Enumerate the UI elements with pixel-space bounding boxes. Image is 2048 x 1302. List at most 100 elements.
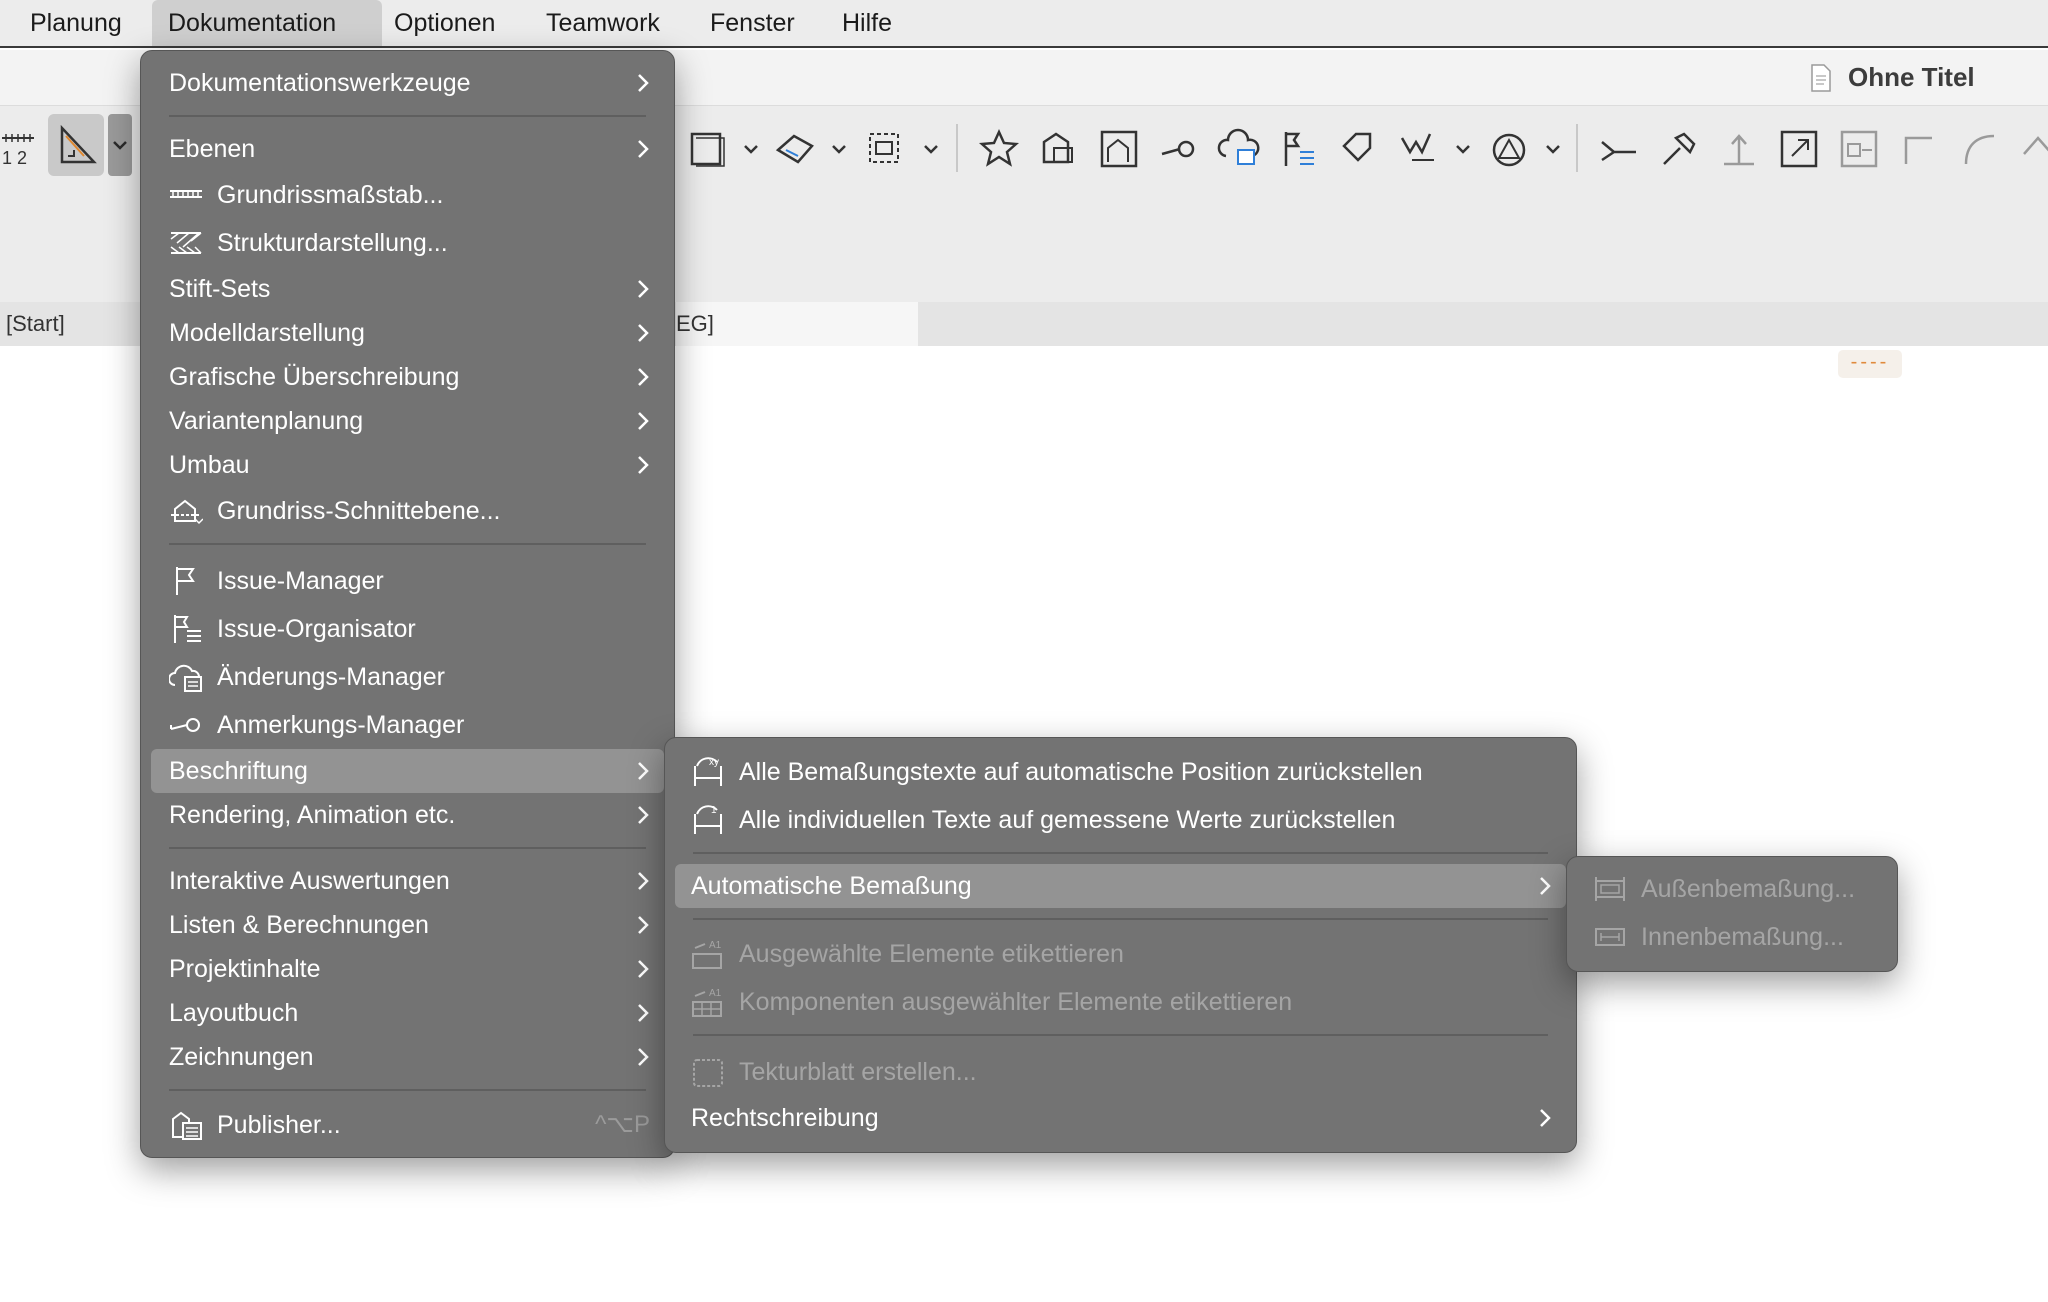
menubar-fenster[interactable]: Fenster xyxy=(694,0,811,46)
model-view-icon[interactable] xyxy=(1094,124,1144,174)
dimension-tool-icon[interactable] xyxy=(48,114,104,176)
roof-edge-icon[interactable] xyxy=(2014,124,2048,174)
menu-item-stift-sets[interactable]: Stift-Sets xyxy=(151,267,664,311)
roof-icon[interactable] xyxy=(770,124,820,174)
menu-item-label-components[interactable]: A1 Komponenten ausgewählter Elemente eti… xyxy=(675,980,1566,1024)
menu-item-projektinhalte[interactable]: Projektinhalte xyxy=(151,947,664,991)
chevron-right-icon xyxy=(636,913,650,937)
menu-item-issue-manager[interactable]: Issue-Manager xyxy=(151,559,664,603)
tab-start[interactable]: [Start] xyxy=(0,302,65,346)
menu-item-ebenen[interactable]: Ebenen xyxy=(151,127,664,171)
dimension-tool-dropdown[interactable] xyxy=(108,114,132,176)
menu-item-label-selected-elements[interactable]: A1 Ausgewählte Elemente etikettieren xyxy=(675,932,1566,976)
chevron-right-icon xyxy=(636,71,650,95)
magic-wand-icon[interactable] xyxy=(1394,124,1444,174)
menubar-optionen[interactable]: Optionen xyxy=(378,0,511,46)
floor-plan-cut-plane-icon xyxy=(169,495,204,527)
menu-item-rechtschreibung[interactable]: Rechtschreibung xyxy=(675,1096,1566,1140)
chevron-right-icon xyxy=(636,869,650,893)
menu-item-label: Modelldarstellung xyxy=(169,319,365,347)
mesh-icon[interactable] xyxy=(860,124,910,174)
curve-icon[interactable] xyxy=(1954,124,2004,174)
chevron-down-icon[interactable] xyxy=(830,136,848,162)
menu-item-layoutbuch[interactable]: Layoutbuch xyxy=(151,991,664,1035)
elevation-icon[interactable] xyxy=(1714,124,1764,174)
svg-text:1: 1 xyxy=(711,805,717,816)
menu-item-dokumentationswerkzeuge[interactable]: Dokumentationswerkzeuge xyxy=(151,61,664,105)
status-mark: ---- xyxy=(1838,350,1902,378)
menu-item-label: Grundrissmaßstab... xyxy=(217,181,444,209)
menu-item-rendering[interactable]: Rendering, Animation etc. xyxy=(151,793,664,837)
menu-item-grundriss-schnittebene[interactable]: Grundriss-Schnittebene... xyxy=(151,489,664,533)
menu-item-modelldarstellung[interactable]: Modelldarstellung xyxy=(151,311,664,355)
menu-item-variantenplanung[interactable]: Variantenplanung xyxy=(151,399,664,443)
annotation-manager-icon[interactable] xyxy=(1154,124,1204,174)
menu-item-aussenbemassung[interactable]: Außenbemaßung... xyxy=(1577,867,1887,911)
menu-item-label: Beschriftung xyxy=(169,757,308,785)
menu-item-publisher[interactable]: Publisher... ^⌥P xyxy=(151,1103,664,1147)
menu-item-grafische-ueberschreibung[interactable]: Grafische Überschreibung xyxy=(151,355,664,399)
toolbar-divider xyxy=(1576,124,1578,172)
menu-item-anmerkungs-manager[interactable]: Anmerkungs-Manager xyxy=(151,703,664,747)
menu-item-interaktive-auswertungen[interactable]: Interaktive Auswertungen xyxy=(151,859,664,903)
menu-item-aenderungs-manager[interactable]: Änderungs-Manager xyxy=(151,655,664,699)
documentation-menu: Dokumentationswerkzeuge Ebenen Grundriss… xyxy=(140,50,675,1158)
menu-item-label: Layoutbuch xyxy=(169,999,299,1027)
menu-item-label: Rechtschreibung xyxy=(691,1104,879,1132)
label-elements-icon: A1 xyxy=(691,938,725,970)
menu-item-label: Alle individuellen Texte auf gemessene W… xyxy=(739,806,1396,834)
issue-organizer-icon[interactable] xyxy=(1274,124,1324,174)
beschriftung-submenu: xy Alle Bemaßungstexte auf automatische … xyxy=(664,737,1577,1153)
shell-icon[interactable] xyxy=(1484,124,1534,174)
chevron-right-icon xyxy=(636,409,650,433)
resize-icon[interactable] xyxy=(1774,124,1824,174)
menu-item-grundrissmassstab[interactable]: Grundrissmaßstab... xyxy=(151,173,664,217)
tab-eg[interactable]: EG] xyxy=(676,302,918,346)
menu-item-reset-dimension-text-position[interactable]: xy Alle Bemaßungstexte auf automatische … xyxy=(675,750,1566,794)
scale-ruler-icon xyxy=(169,179,203,211)
menu-item-label: Ebenen xyxy=(169,135,256,163)
menu-item-umbau[interactable]: Umbau xyxy=(151,443,664,487)
menubar-dokumentation[interactable]: Dokumentation xyxy=(152,0,382,46)
chevron-right-icon xyxy=(636,1001,650,1025)
menu-item-listen-berechnungen[interactable]: Listen & Berechnungen xyxy=(151,903,664,947)
chevron-down-icon[interactable] xyxy=(922,136,940,162)
chevron-right-icon xyxy=(636,277,650,301)
menu-item-tekturblatt-erstellen[interactable]: Tekturblatt erstellen... xyxy=(675,1050,1566,1094)
menu-item-label: Änderungs-Manager xyxy=(217,663,445,691)
reset-dimension-values-icon: 1 xyxy=(691,804,725,836)
chevron-right-icon xyxy=(636,1045,650,1069)
chevron-down-icon[interactable] xyxy=(1454,136,1472,162)
change-cloud-icon[interactable] xyxy=(1214,124,1264,174)
menu-item-reset-dimension-values[interactable]: 1 Alle individuellen Texte auf gemessene… xyxy=(675,798,1566,842)
menubar-planung[interactable]: Planung xyxy=(14,0,138,46)
keyboard-shortcut: ^⌥P xyxy=(595,1111,650,1138)
chevron-down-icon[interactable] xyxy=(742,136,760,162)
menu-item-strukturdarstellung[interactable]: Strukturdarstellung... xyxy=(151,221,664,265)
menu-item-issue-organisator[interactable]: Issue-Organisator xyxy=(151,607,664,651)
svg-text:A1: A1 xyxy=(709,940,722,951)
menu-item-automatische-bemassung[interactable]: Automatische Bemaßung xyxy=(675,864,1566,908)
measure-tool-icon[interactable]: 1 2 xyxy=(0,124,38,174)
chevron-right-icon xyxy=(636,365,650,389)
fillet-icon[interactable] xyxy=(1894,124,1944,174)
adjust-icon[interactable] xyxy=(1654,124,1704,174)
split-icon[interactable] xyxy=(1594,124,1644,174)
menu-item-label: Publisher... xyxy=(217,1111,341,1139)
publisher-icon[interactable] xyxy=(1034,124,1084,174)
exterior-dimension-icon xyxy=(1593,873,1627,905)
menu-item-label: Komponenten ausgewählter Elemente etiket… xyxy=(739,988,1293,1016)
menubar-teamwork[interactable]: Teamwork xyxy=(530,0,676,46)
offset-icon[interactable] xyxy=(1834,124,1884,174)
auto-dimension-submenu: Außenbemaßung... Innenbemaßung... xyxy=(1566,856,1898,972)
menubar-hilfe[interactable]: Hilfe xyxy=(826,0,908,46)
menu-item-beschriftung[interactable]: Beschriftung xyxy=(151,749,664,793)
chevron-right-icon xyxy=(636,803,650,827)
favorites-star-icon[interactable] xyxy=(974,124,1024,174)
label-icon[interactable] xyxy=(1334,124,1384,174)
reset-dimension-text-position-icon: xy xyxy=(691,756,725,788)
slab-icon[interactable] xyxy=(684,124,734,174)
menu-item-innenbemassung[interactable]: Innenbemaßung... xyxy=(1577,915,1887,959)
chevron-down-icon[interactable] xyxy=(1544,136,1562,162)
menu-item-zeichnungen[interactable]: Zeichnungen xyxy=(151,1035,664,1079)
